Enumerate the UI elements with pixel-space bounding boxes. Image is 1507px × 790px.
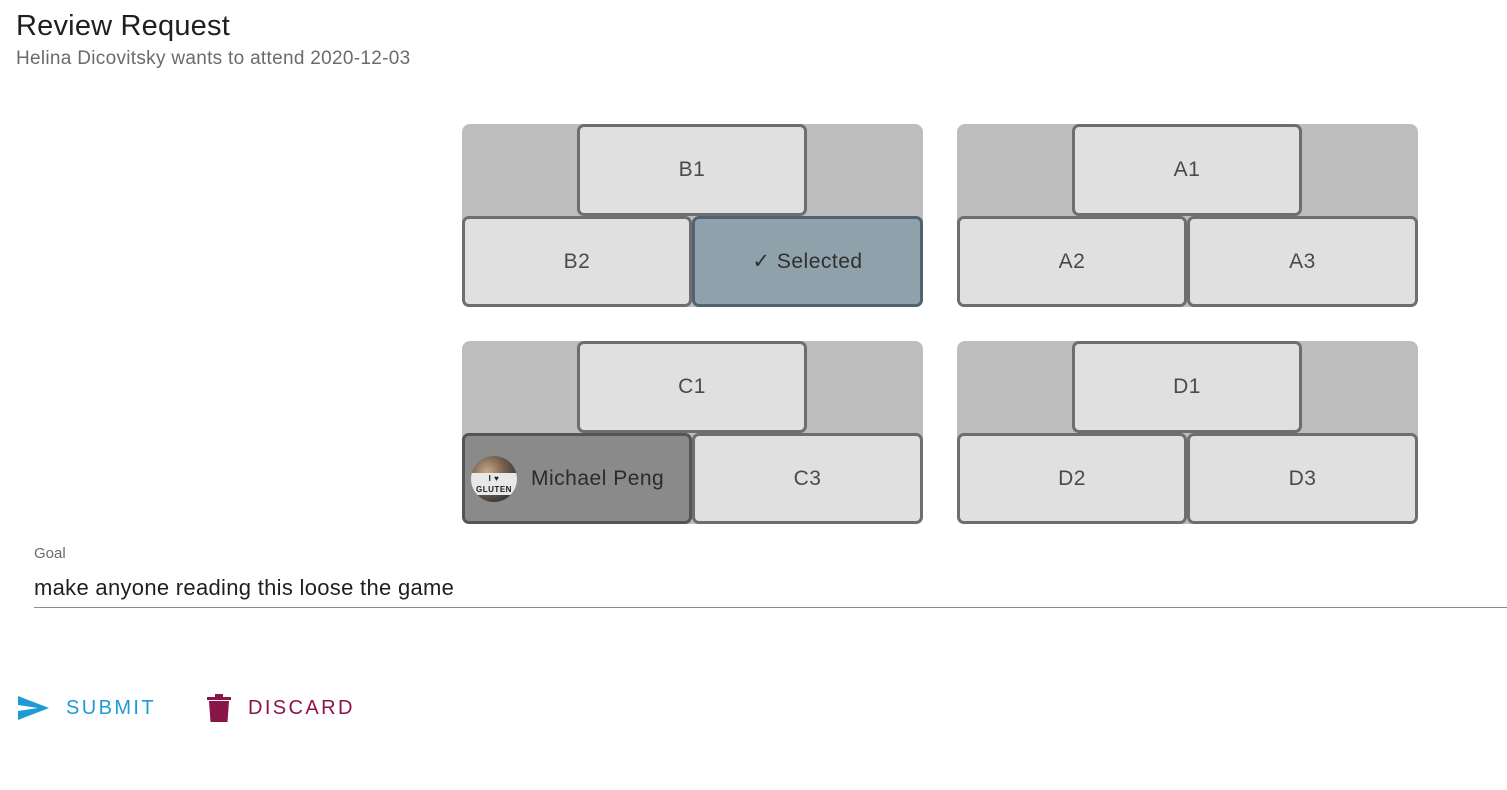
pod-d: D1 D2 D3 xyxy=(957,341,1418,524)
submit-label: SUBMIT xyxy=(66,696,156,719)
seat-c1[interactable]: C1 xyxy=(577,341,807,433)
goal-input[interactable] xyxy=(34,568,1507,608)
seat-b2[interactable]: B2 xyxy=(462,216,692,307)
submit-button[interactable]: SUBMIT xyxy=(16,686,156,730)
review-request-page: Review Request Helina Dicovitsky wants t… xyxy=(0,0,1507,790)
seat-b3-selected[interactable]: ✓ Selected xyxy=(692,216,923,307)
seat-d2[interactable]: D2 xyxy=(957,433,1187,524)
occupant-name: Michael Peng xyxy=(531,466,665,490)
seat-a1[interactable]: A1 xyxy=(1072,124,1302,216)
page-subtitle: Helina Dicovitsky wants to attend 2020-1… xyxy=(16,48,411,69)
goal-label: Goal xyxy=(34,545,66,562)
seat-b1[interactable]: B1 xyxy=(577,124,807,216)
trash-icon xyxy=(206,693,232,723)
send-icon xyxy=(16,694,50,722)
avatar: I ♥ GLUTEN xyxy=(471,455,517,502)
pod-c: C1 I ♥ GLUTEN Michael Peng C3 xyxy=(462,341,923,524)
pod-a: A1 A2 A3 xyxy=(957,124,1418,307)
seat-a3[interactable]: A3 xyxy=(1187,216,1418,307)
seat-c3[interactable]: C3 xyxy=(692,433,923,524)
avatar-image-text: I ♥ GLUTEN xyxy=(471,472,517,495)
seat-d1[interactable]: D1 xyxy=(1072,341,1302,433)
seat-a2[interactable]: A2 xyxy=(957,216,1187,307)
seat-d3[interactable]: D3 xyxy=(1187,433,1418,524)
discard-label: DISCARD xyxy=(248,696,355,719)
seat-c2-occupied[interactable]: I ♥ GLUTEN Michael Peng xyxy=(462,433,692,524)
page-title: Review Request xyxy=(16,10,230,42)
pod-b: B1 B2 ✓ Selected xyxy=(462,124,923,307)
discard-button[interactable]: DISCARD xyxy=(206,686,355,730)
